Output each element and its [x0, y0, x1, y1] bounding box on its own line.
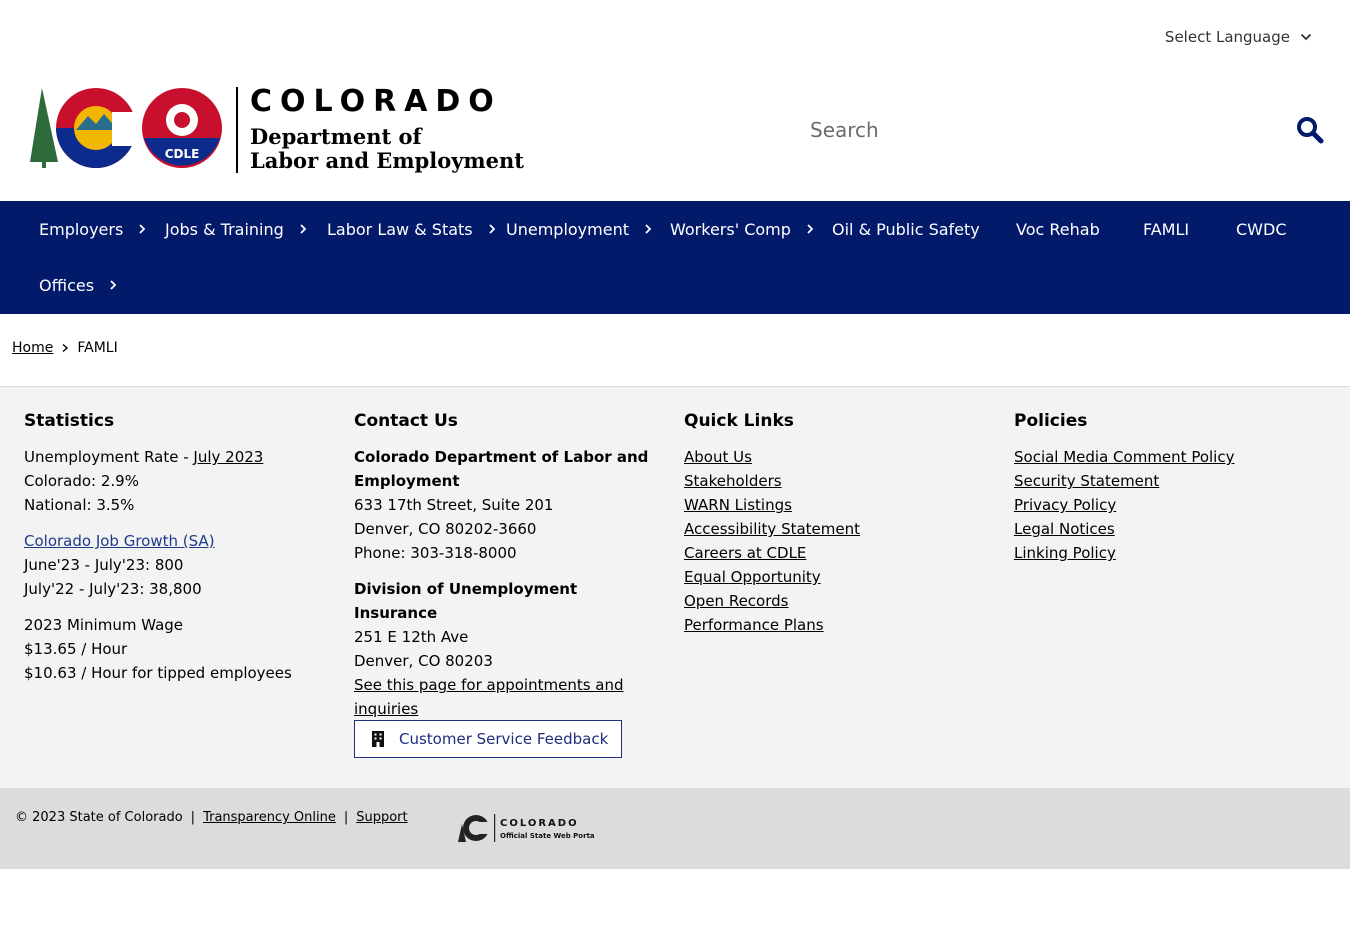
department-name-line2: Labor and Employment	[250, 148, 524, 173]
nav-item-oil-public-safety[interactable]: Oil & Public Safety	[832, 201, 980, 257]
quick-link-careers[interactable]: Careers at CDLE	[684, 541, 984, 565]
main-navigation: Employers Jobs & Training Labor Law & St…	[0, 201, 1350, 314]
chevron-right-icon	[62, 343, 69, 353]
job-growth-yearly: July'22 - July'23: 38,800	[24, 580, 202, 598]
chevron-right-icon	[488, 224, 495, 234]
building-icon	[372, 731, 384, 747]
unemployment-rate-link[interactable]: July 2023	[193, 448, 263, 466]
quick-links-column: Quick Links About Us Stakeholders WARN L…	[684, 409, 984, 637]
policy-privacy[interactable]: Privacy Policy	[1014, 493, 1314, 517]
nav-item-offices[interactable]: Offices	[39, 257, 118, 313]
support-link[interactable]: Support	[356, 810, 407, 825]
chevron-right-icon	[139, 224, 146, 234]
nav-item-employers[interactable]: Employers	[39, 201, 147, 257]
search-input[interactable]	[810, 118, 1295, 142]
quick-link-equal-opportunity[interactable]: Equal Opportunity	[684, 565, 984, 589]
colorado-portal-logo[interactable]: COLORADO Official State Web Portal	[454, 812, 594, 844]
contact-org-name: Colorado Department of Labor and Employm…	[354, 448, 649, 490]
division-address-line1: 251 E 12th Ave	[354, 628, 469, 646]
feedback-button-label: Customer Service Feedback	[399, 730, 609, 748]
nav-item-label: Jobs & Training	[165, 219, 284, 239]
customer-service-feedback-button[interactable]: Customer Service Feedback	[354, 720, 622, 758]
language-select[interactable]: Select Language	[1165, 28, 1312, 46]
legal-bar: © 2023 State of Colorado | Transparency …	[0, 788, 1350, 869]
nav-item-label: Offices	[39, 275, 95, 295]
unemployment-rate-label: Unemployment Rate -	[24, 448, 194, 466]
nav-item-label: Workers' Comp	[670, 219, 791, 239]
nav-item-jobs-training[interactable]: Jobs & Training	[165, 201, 308, 257]
nav-item-label: Unemployment	[506, 219, 629, 239]
copyright-text: © 2023 State of Colorado	[15, 810, 183, 825]
contact-heading: Contact Us	[354, 411, 458, 431]
policy-security-statement[interactable]: Security Statement	[1014, 469, 1314, 493]
colorado-cdle-logo-mark: CDLE	[30, 88, 222, 168]
minimum-wage-tipped: $10.63 / Hour for tipped employees	[24, 664, 292, 682]
appointments-link[interactable]: See this page for appointments and inqui…	[354, 673, 654, 721]
statistics-column: Statistics Unemployment Rate - July 2023…	[24, 409, 324, 685]
minimum-wage-heading: 2023 Minimum Wage	[24, 616, 184, 634]
quick-link-warn-listings[interactable]: WARN Listings	[684, 493, 984, 517]
portal-state-name: COLORADO	[500, 818, 579, 829]
quick-link-open-records[interactable]: Open Records	[684, 589, 984, 613]
separator: |	[190, 810, 196, 825]
transparency-online-link[interactable]: Transparency Online	[203, 810, 336, 825]
division-name: Division of Unemployment Insurance	[354, 580, 578, 622]
breadcrumb-current: FAMLI	[77, 340, 118, 356]
quick-link-about-us[interactable]: About Us	[684, 445, 984, 469]
chevron-right-icon	[807, 224, 814, 234]
chevron-right-icon	[300, 224, 307, 234]
site-search	[810, 108, 1325, 152]
search-button[interactable]	[1295, 115, 1325, 145]
nav-item-voc-rehab[interactable]: Voc Rehab	[1016, 201, 1100, 257]
minimum-wage-standard: $13.65 / Hour	[24, 640, 128, 658]
state-name: COLORADO	[250, 84, 502, 119]
policy-social-media[interactable]: Social Media Comment Policy	[1014, 445, 1314, 469]
nav-item-unemployment[interactable]: Unemployment	[506, 201, 653, 257]
chevron-right-icon	[110, 280, 117, 290]
nav-item-label: Oil & Public Safety	[832, 219, 980, 239]
policy-linking[interactable]: Linking Policy	[1014, 541, 1314, 565]
chevron-right-icon	[645, 224, 652, 234]
contact-column: Contact Us Colorado Department of Labor …	[354, 409, 654, 721]
nav-item-label: Employers	[39, 219, 124, 239]
contact-address-line1: 633 17th Street, Suite 201	[354, 496, 554, 514]
contact-address-line2: Denver, CO 80202-3660	[354, 520, 537, 538]
nav-item-cwdc[interactable]: CWDC	[1236, 201, 1286, 257]
nav-item-label: FAMLI	[1143, 219, 1190, 239]
breadcrumb: Home FAMLI	[12, 340, 118, 356]
nav-item-workers-comp[interactable]: Workers' Comp	[670, 201, 815, 257]
quick-link-performance-plans[interactable]: Performance Plans	[684, 613, 984, 637]
breadcrumb-home-link[interactable]: Home	[12, 340, 53, 356]
job-growth-monthly: June'23 - July'23: 800	[24, 556, 184, 574]
nav-item-famli[interactable]: FAMLI	[1143, 201, 1189, 257]
nav-item-label: CWDC	[1236, 219, 1287, 239]
policy-legal-notices[interactable]: Legal Notices	[1014, 517, 1314, 541]
division-address-line2: Denver, CO 80203	[354, 652, 493, 670]
policies-column: Policies Social Media Comment Policy Sec…	[1014, 409, 1314, 565]
badge-text: CDLE	[165, 147, 200, 161]
quick-links-heading: Quick Links	[684, 411, 794, 431]
cdle-logo[interactable]: CDLE COLORADO Department of Labor and Em…	[28, 86, 524, 174]
job-growth-link[interactable]: Colorado Job Growth (SA)	[24, 532, 215, 550]
national-rate: National: 3.5%	[24, 496, 135, 514]
nav-item-labor-law-stats[interactable]: Labor Law & Stats	[327, 201, 497, 257]
search-icon	[1297, 117, 1324, 144]
nav-item-label: Labor Law & Stats	[327, 219, 473, 239]
portal-subtitle: Official State Web Portal	[500, 832, 594, 840]
nav-item-label: Voc Rehab	[1016, 219, 1100, 239]
quick-link-accessibility[interactable]: Accessibility Statement	[684, 517, 984, 541]
colorado-rate: Colorado: 2.9%	[24, 472, 139, 490]
site-footer: Statistics Unemployment Rate - July 2023…	[0, 386, 1350, 788]
logo-divider	[236, 87, 238, 173]
separator: |	[343, 810, 349, 825]
quick-link-stakeholders[interactable]: Stakeholders	[684, 469, 984, 493]
language-select-label: Select Language	[1164, 28, 1290, 46]
contact-phone: Phone: 303-318-8000	[354, 544, 517, 562]
chevron-down-icon	[1300, 33, 1312, 41]
statistics-heading: Statistics	[24, 411, 115, 431]
department-name-line1: Department of	[250, 124, 422, 149]
policies-heading: Policies	[1014, 411, 1088, 431]
